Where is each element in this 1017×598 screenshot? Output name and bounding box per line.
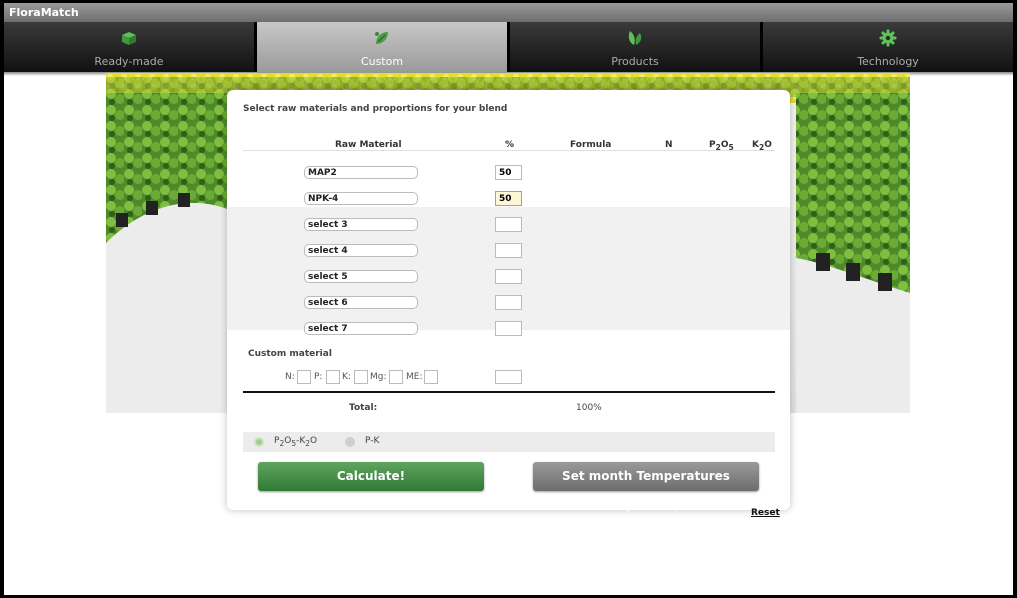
percent-input-6[interactable] [495,295,522,310]
set-temperatures-button[interactable]: Set month Temperatures (optional) [533,462,759,512]
material-select-5[interactable]: select 5 [304,270,418,283]
app-title: FloraMatch [4,3,1013,22]
custom-mg-input[interactable] [389,370,403,384]
mode-band [243,432,775,452]
custom-p-label: P: [314,372,323,382]
material-select-2[interactable]: NPK-4 [304,192,418,205]
percent-input-1[interactable]: 50 [495,165,522,180]
material-select-3[interactable]: select 3 [304,218,418,231]
tab-label: Products [611,55,659,68]
col-n: N [665,140,673,150]
custom-me-input[interactable] [424,370,438,384]
custom-percent-input[interactable] [495,370,522,384]
header-divider [243,150,775,151]
total-value: 100% [576,403,602,413]
p-symbol: P [709,140,716,150]
custom-mg-label: Mg: [370,372,387,382]
o-subscript: 5 [728,142,734,152]
o-symbol: O [310,436,318,446]
custom-p-input[interactable] [326,370,340,384]
calculate-button[interactable]: Calculate! [258,462,484,491]
col-percent: % [505,140,515,150]
radio-p-k-label: P-K [365,436,380,446]
col-k2o: K2O [752,140,772,152]
tab-label: Custom [360,55,404,68]
col-raw-material: Raw Material [335,140,402,150]
tab-ready-made[interactable]: Ready-made [4,22,254,72]
tab-label: Technology [857,55,919,68]
radio-p2o5-k2o-label: P2O5-K2O [274,436,317,448]
total-label: Total: [349,403,378,413]
gear-icon [879,29,897,47]
custom-n-input[interactable] [297,370,311,384]
material-select-4[interactable]: select 4 [304,244,418,257]
blend-form-panel: Select raw materials and proportions for… [227,90,790,518]
form-heading: Select raw materials and proportions for… [243,104,508,114]
custom-material-label: Custom material [248,349,332,359]
col-p2o5: P2O5 [709,140,734,152]
main-tab-bar: Ready-made Custom Products Technology [4,22,1013,72]
percent-input-3[interactable] [495,217,522,232]
total-divider [243,391,775,393]
material-select-7[interactable]: select 7 [304,322,418,335]
tab-custom[interactable]: Custom [257,22,507,72]
tab-products[interactable]: Products [510,22,760,72]
material-select-1[interactable]: MAP2 [304,166,418,179]
tab-technology[interactable]: Technology [763,22,1013,72]
percent-input-2[interactable]: 50 [495,191,522,206]
custom-k-label: K: [342,372,351,382]
percent-input-7[interactable] [495,321,522,336]
app-window: FloraMatch Ready-made Custom Products Te… [4,3,1013,595]
custom-me-label: ME: [406,372,423,382]
radio-p-k[interactable] [345,437,355,447]
leaves-icon [628,31,642,45]
col-formula: Formula [570,140,612,150]
leaf-mix-icon [375,32,388,44]
k-symbol: K [752,140,759,150]
percent-input-4[interactable] [495,243,522,258]
reset-link[interactable]: Reset [751,508,780,518]
box-icon [122,32,136,45]
custom-n-label: N: [285,372,295,382]
tab-label: Ready-made [94,55,164,68]
percent-input-5[interactable] [495,269,522,284]
material-select-6[interactable]: select 6 [304,296,418,309]
custom-k-input[interactable] [354,370,368,384]
k-symbol: -K [296,436,306,446]
o-symbol: O [764,140,772,150]
radio-p2o5-k2o[interactable] [254,437,264,447]
